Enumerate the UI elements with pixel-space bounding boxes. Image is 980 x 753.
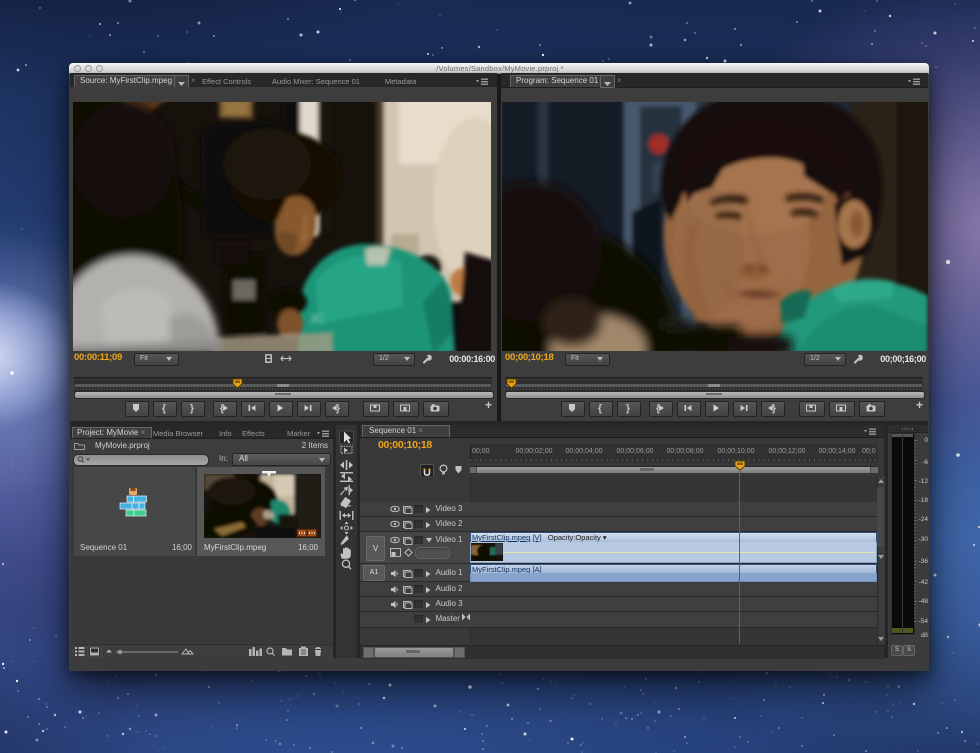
svg-text:{: {: [162, 404, 166, 415]
svg-text:{: {: [598, 404, 602, 415]
svg-text:}: }: [190, 404, 194, 415]
svg-text:}: }: [626, 404, 630, 415]
